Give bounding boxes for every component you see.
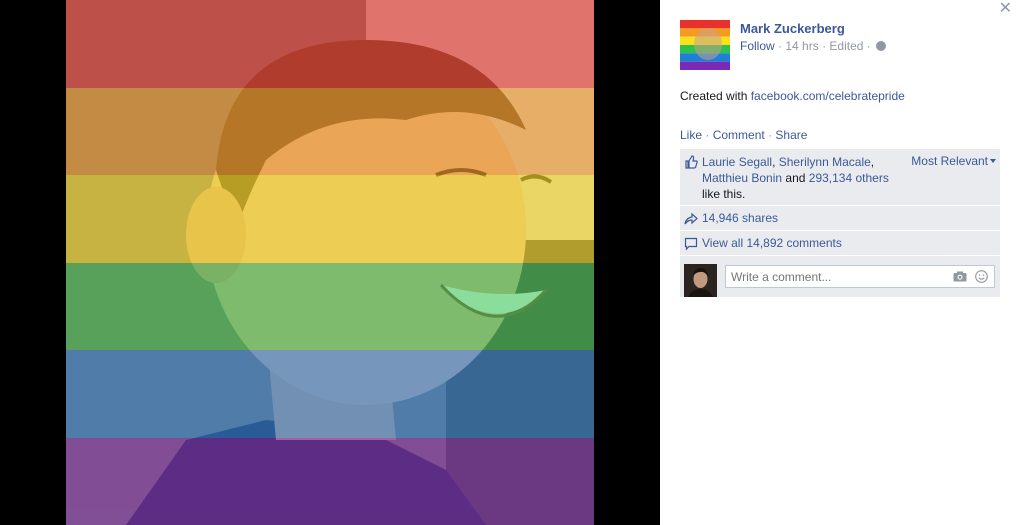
close-icon[interactable]: ✕ [999, 1, 1012, 17]
liker-link[interactable]: Laurie Segall [702, 155, 772, 169]
comment-sort-dropdown[interactable]: Most Relevant [911, 154, 996, 168]
likes-text: Laurie Segall, Sherilynn Macale, Matthie… [702, 155, 889, 201]
user-avatar[interactable] [684, 264, 717, 297]
globe-icon[interactable] [876, 41, 887, 51]
like-button[interactable]: Like [680, 128, 702, 142]
rainbow-filter [66, 0, 594, 525]
likes-summary: Laurie Segall, Sherilynn Macale, Matthie… [680, 149, 1000, 206]
share-arrow-icon [684, 212, 698, 225]
chevron-down-icon [990, 159, 996, 163]
thumbs-up-icon [685, 155, 698, 169]
edited-label[interactable]: Edited [829, 39, 863, 53]
share-button[interactable]: Share [775, 128, 807, 142]
post-meta: Follow · 14 hrs · Edited · [740, 39, 887, 53]
profile-photo-rainbow[interactable] [66, 0, 594, 525]
comment-composer [680, 256, 1000, 298]
view-comments-row: View all 14,892 comments [680, 231, 1000, 256]
post-caption: Created with facebook.com/celebratepride [680, 89, 905, 103]
view-all-comments-link[interactable]: View all 14,892 comments [702, 236, 842, 250]
camera-icon[interactable] [953, 271, 967, 282]
shares-link[interactable]: 14,946 shares [702, 211, 778, 225]
post-side-panel: ✕ Mark Zuckerberg Follow · 14 hrs · Edit… [660, 0, 1018, 525]
liker-link[interactable]: Matthieu Bonin [702, 171, 782, 185]
follow-link[interactable]: Follow [740, 39, 775, 53]
smiley-icon[interactable] [975, 270, 988, 283]
post-header: Mark Zuckerberg Follow · 14 hrs · Edited… [680, 20, 1000, 70]
author-avatar[interactable] [680, 20, 730, 70]
comment-button[interactable]: Comment [713, 128, 765, 142]
comment-bubble-icon [684, 237, 698, 251]
liker-link[interactable]: Sherilynn Macale [779, 155, 871, 169]
post-actions: Like · Comment · Share [680, 128, 808, 142]
author-name[interactable]: Mark Zuckerberg [740, 21, 845, 36]
feedback-box: Laurie Segall, Sherilynn Macale, Matthie… [680, 149, 1000, 298]
shares-row: 14,946 shares [680, 206, 1000, 231]
post-timestamp[interactable]: 14 hrs [785, 39, 818, 53]
others-likes-link[interactable]: 293,134 others [809, 171, 889, 185]
photo-stage [0, 0, 660, 525]
celebratepride-link[interactable]: facebook.com/celebratepride [751, 89, 905, 103]
